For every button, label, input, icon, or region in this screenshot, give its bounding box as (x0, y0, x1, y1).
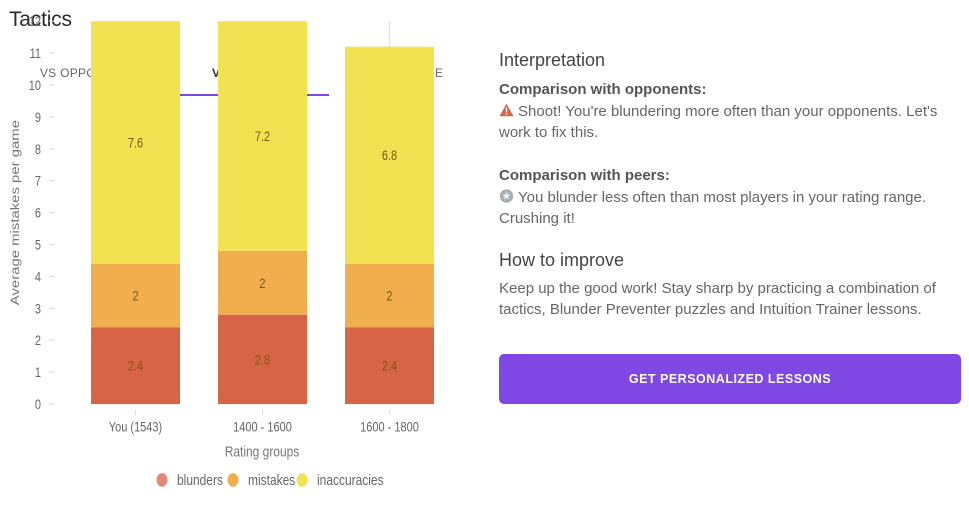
bar-value-label: 2 (132, 288, 138, 303)
y-tick-label: 11 (30, 46, 42, 61)
y-tick-label: 5 (35, 237, 41, 252)
get-personalized-lessons-button[interactable]: GET PERSONALIZED LESSONS (499, 354, 961, 404)
bar-value-label: 6.8 (382, 148, 397, 163)
interpretation-heading: Interpretation (499, 50, 606, 70)
x-axis: You (1543) 1400 - 1600 1600 - 1800 (109, 410, 419, 435)
y-tick-label: 8 (35, 142, 41, 157)
legend-label-blunders[interactable]: blunders (177, 472, 223, 489)
x-tick-label: 1600 - 1800 (360, 419, 419, 434)
peers-comparison-body: You blunder less often than most players… (499, 187, 964, 229)
y-tick-label: 10 (29, 78, 41, 93)
y-tick-label: 2 (35, 333, 41, 348)
x-axis-title: Rating groups (225, 443, 300, 460)
bar-value-label: 2.4 (128, 359, 143, 374)
y-tick-label: 4 (35, 269, 41, 284)
opponents-comparison-body: Shoot! You're blundering more often than… (499, 101, 964, 143)
how-to-improve-text: Keep up the good work! Stay sharp by pra… (499, 280, 936, 318)
interpretation-panel: Interpretation Comparison with opponents… (499, 46, 964, 320)
bar-value-label: 2 (386, 288, 392, 303)
peers-comparison-title: Comparison with peers: (499, 167, 670, 184)
opponents-comparison: Comparison with opponents: Shoot! You're… (499, 79, 964, 143)
legend-swatch-mistakes[interactable] (227, 473, 239, 487)
y-tick-label: 7 (35, 174, 41, 189)
y-tick-label: 6 (35, 205, 41, 220)
legend-label-inaccuracies[interactable]: inaccuracies (317, 472, 384, 489)
warning-icon (499, 102, 514, 117)
star-badge-icon (499, 188, 514, 203)
how-to-improve-heading: How to improve (499, 250, 625, 270)
legend-label-mistakes[interactable]: mistakes (248, 472, 295, 489)
bar-value-label: 7.6 (128, 135, 143, 150)
bars-group: 2.4 2 7.6 2.8 2 7.2 2.4 2 6.8 (91, 21, 434, 405)
bar-value-label: 2.8 (255, 352, 270, 367)
legend-swatch-inaccuracies[interactable] (296, 473, 308, 487)
bar-value-label: 2.4 (382, 359, 397, 374)
y-tick-label: 9 (35, 110, 41, 125)
legend: blunders mistakes inaccuracies (156, 472, 384, 489)
legend-swatch-blunders[interactable] (156, 473, 168, 487)
y-axis: 0123456789101112 (29, 14, 54, 412)
peers-comparison-text: You blunder less often than most players… (499, 189, 927, 227)
x-tick-label: You (1543) (109, 419, 162, 434)
stacked-bar-chart: 0123456789101112 Average mistakes per ga… (8, 14, 434, 489)
y-tick-label: 12 (29, 14, 41, 29)
y-tick-label: 0 (35, 397, 41, 412)
y-axis-title: Average mistakes per game (8, 120, 21, 305)
y-tick-label: 3 (35, 301, 41, 316)
bar-value-label: 7.2 (255, 129, 270, 144)
y-tick-label: 1 (35, 365, 41, 380)
opponents-comparison-title: Comparison with opponents: (499, 81, 707, 98)
x-tick-label: 1400 - 1600 (233, 419, 292, 434)
opponents-comparison-text: Shoot! You're blundering more often than… (499, 103, 938, 141)
peers-comparison: Comparison with peers: You blunder less … (499, 165, 964, 229)
bar-value-label: 2 (259, 276, 265, 291)
